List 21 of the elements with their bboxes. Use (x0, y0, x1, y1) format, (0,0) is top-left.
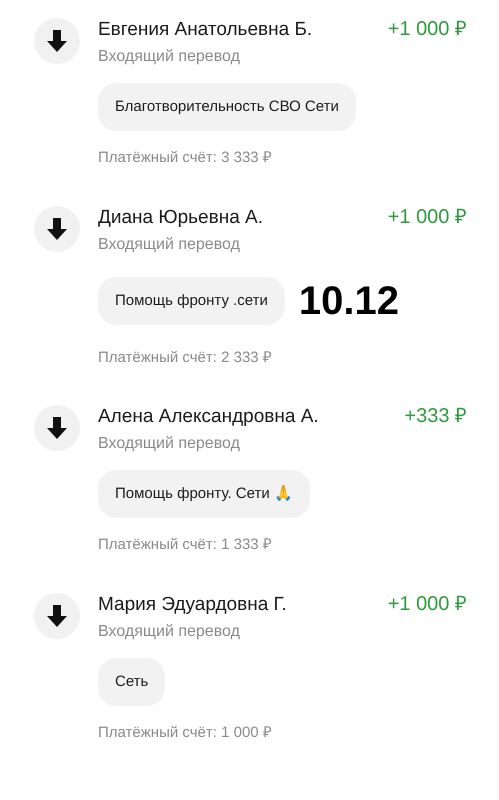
transfer-type: Входящий перевод (98, 434, 241, 454)
message-bubble: Благотворительность СВО Сети (98, 83, 356, 131)
message-bubble: Помощь фронту. Сети 🙏 (98, 470, 310, 518)
transfer-type: Входящий перевод (98, 234, 241, 254)
amount: +1 000 ₽ (388, 17, 467, 42)
account-balance: Платёжный счёт: 2 333 ₽ (98, 348, 273, 368)
sender-name: Мария Эдуардовна Г. (98, 592, 287, 616)
account-balance: Платёжный счёт: 1 000 ₽ (98, 722, 273, 742)
transfer-type: Входящий перевод (98, 47, 241, 67)
amount: +1 000 ₽ (388, 204, 467, 230)
amount: +1 000 ₽ (388, 592, 467, 616)
account-balance: Платёжный счёт: 1 333 ₽ (98, 535, 273, 555)
sender-name: Алена Александровна А. (98, 405, 319, 429)
sender-name: Евгения Анатольевна Б. (98, 18, 312, 42)
amount: +333 ₽ (404, 404, 467, 429)
message-bubble: Помощь фронту .сети (98, 276, 285, 324)
transfer-type: Входящий перевод (98, 622, 241, 642)
message-bubble: Сеть (98, 658, 166, 706)
date-label: 10.12 (298, 278, 399, 324)
sender-name: Диана Юрьевна А. (98, 206, 263, 230)
account-balance: Платёжный счёт: 3 333 ₽ (98, 148, 273, 168)
